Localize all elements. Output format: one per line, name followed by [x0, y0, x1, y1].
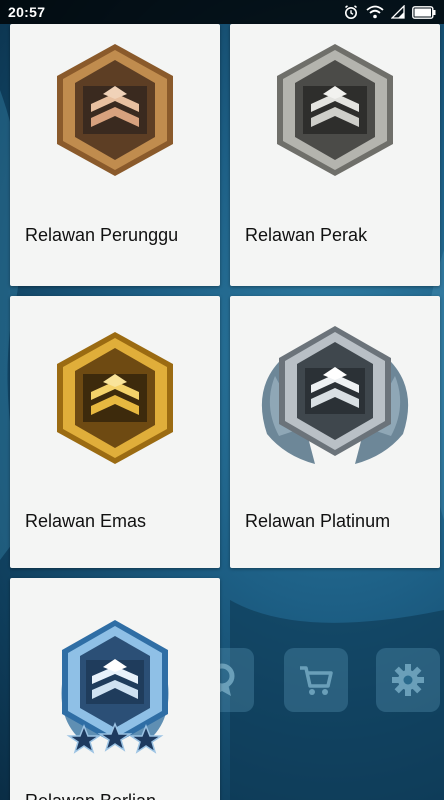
rank-card-diamond[interactable]: Relawan Berlian — [10, 578, 220, 800]
rank-card-silver[interactable]: Relawan Perak — [230, 24, 440, 286]
status-time: 20:57 — [8, 4, 46, 20]
rank-label-gold: Relawan Emas — [25, 511, 147, 531]
gold-badge-icon — [10, 324, 220, 474]
battery-icon — [412, 5, 436, 19]
settings-button[interactable] — [376, 648, 440, 712]
status-bar: 20:57 — [0, 0, 444, 24]
bronze-badge-icon — [10, 36, 220, 186]
cart-icon — [300, 666, 333, 695]
rank-label-platinum: Relawan Platinum — [245, 511, 391, 531]
rank-label-silver: Relawan Perak — [245, 225, 368, 245]
rank-card-platinum[interactable]: Relawan Platinum — [230, 296, 440, 568]
silver-badge-icon — [230, 36, 440, 186]
rank-card-bronze[interactable]: Relawan Perunggu — [10, 24, 220, 286]
rank-card-gold[interactable]: Relawan Emas — [10, 296, 220, 568]
platinum-badge-icon — [230, 316, 440, 476]
diamond-badge-icon — [10, 614, 220, 764]
settings-icon — [392, 664, 424, 696]
signal-icon — [391, 5, 405, 19]
cart-button[interactable] — [284, 648, 348, 712]
rank-label-diamond: Relawan Berlian — [25, 789, 210, 800]
status-icons — [343, 4, 436, 20]
rank-label-bronze: Relawan Perunggu — [25, 225, 179, 245]
wifi-icon — [366, 5, 384, 19]
alarm-icon — [343, 4, 359, 20]
